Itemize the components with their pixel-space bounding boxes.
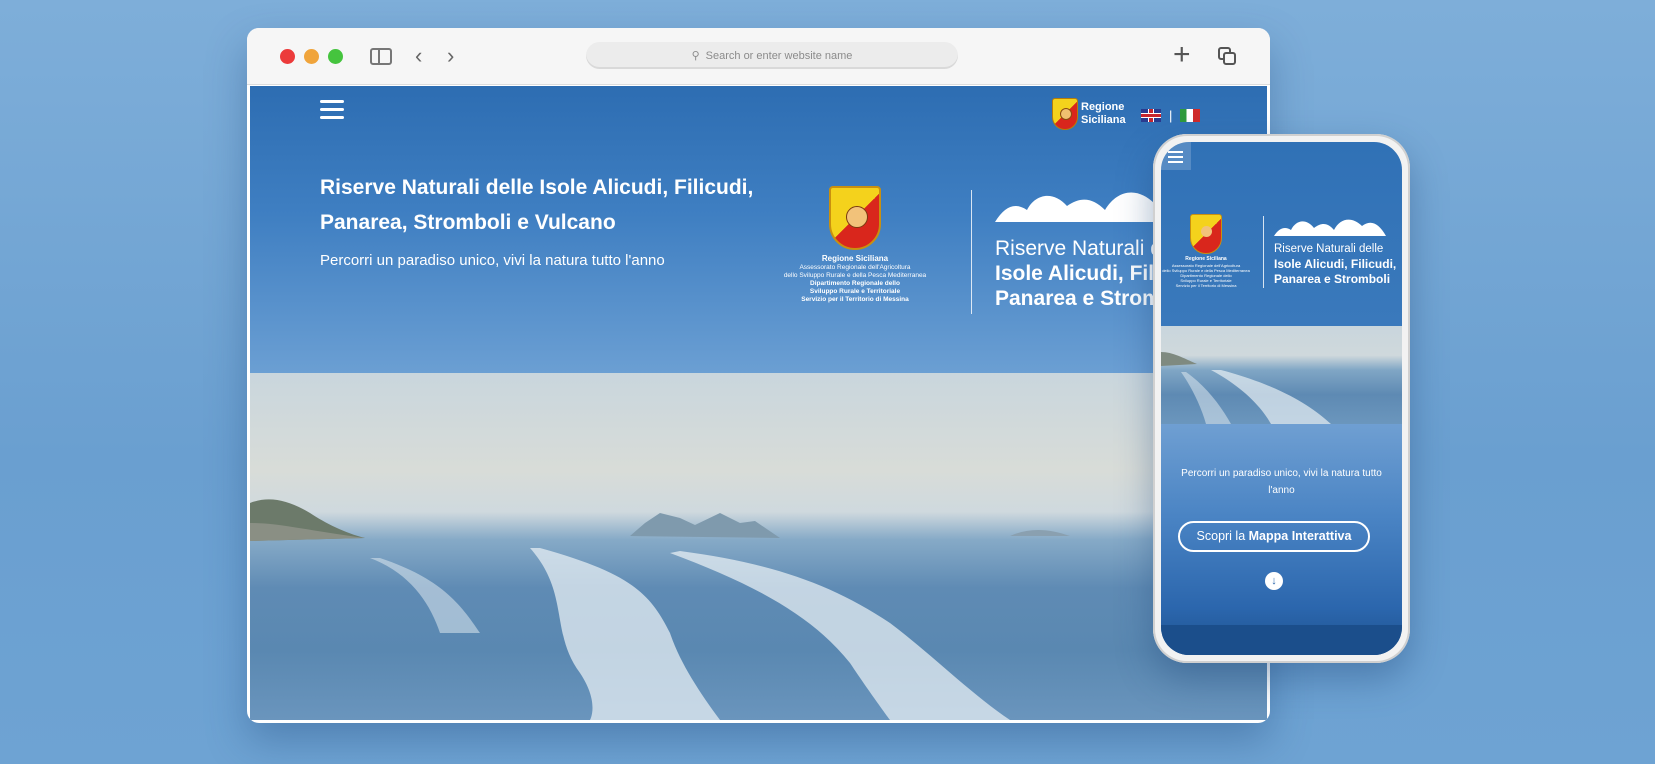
region-logo-text: Regione Siciliana xyxy=(1081,101,1126,126)
phone-hero-subtitle: Percorri un paradiso unico, vivi la natu… xyxy=(1181,468,1382,496)
regione-siciliana-logo[interactable]: Regione Siciliana xyxy=(1052,98,1126,130)
reserve-logo-line2: Isole Alicudi, Filic xyxy=(995,262,1172,285)
close-window-button[interactable] xyxy=(280,49,295,64)
sicily-logo-line: Sviluppo Rurale e Territoriale xyxy=(809,288,901,295)
trinacria-shield-icon xyxy=(1190,214,1222,254)
phone-sea-image xyxy=(1161,326,1402,424)
phone-sea-scene xyxy=(1161,352,1331,424)
minimize-window-button[interactable] xyxy=(304,49,319,64)
chevron-left-icon[interactable]: ‹ xyxy=(415,44,422,68)
sicily-logo-line: Dipartimento Regionale dello xyxy=(810,280,900,287)
phone-reserve-logo-line3: Panarea e Stromboli xyxy=(1274,272,1391,286)
cta-bold: Mappa Interattiva xyxy=(1248,529,1352,543)
trinacria-shield-icon xyxy=(1052,98,1078,130)
phone-menu-icon[interactable] xyxy=(1161,142,1191,170)
trinacria-shield-icon xyxy=(829,186,881,250)
phone-screen: Regione Siciliana Assessorato Regionale … xyxy=(1161,142,1402,655)
italy-flag-icon[interactable] xyxy=(1180,109,1201,122)
phone-hero-lower: Percorri un paradiso unico, vivi la natu… xyxy=(1161,424,1402,655)
address-placeholder: Search or enter website name xyxy=(705,49,853,62)
browser-toolbar: ‹ › ⚲ Search or enter website name + xyxy=(247,28,1270,85)
reserve-logo-line3: Panarea e Strom xyxy=(995,287,1161,310)
plus-icon[interactable]: + xyxy=(1173,40,1191,70)
chevron-right-icon[interactable]: › xyxy=(447,44,454,68)
sicily-logo-line: Assessorato Regionale dell'Agricoltura xyxy=(799,264,911,271)
reserve-logo-line1: Riserve Naturali d xyxy=(995,237,1162,260)
browser-window: ‹ › ⚲ Search or enter website name + Reg… xyxy=(247,28,1270,723)
phone-footer-bar xyxy=(1161,625,1402,655)
reserve-logo-text: Riserve Naturali d Isole Alicudi, Filic … xyxy=(995,236,1172,311)
phone-reserve-logo-text: Riserve Naturali delle Isole Alicudi, Fi… xyxy=(1274,242,1396,287)
sidebar-icon[interactable] xyxy=(370,48,392,65)
sicily-logo-name: Regione Siciliana xyxy=(821,254,889,263)
search-icon: ⚲ xyxy=(691,50,700,62)
page-title: Riserve Naturali delle Isole Alicudi, Fi… xyxy=(320,176,754,234)
phone-logo-divider xyxy=(1263,216,1264,288)
phone-sicily-logo-name: Regione Siciliana xyxy=(1185,256,1227,262)
phone-sicily-logo-line: Servizio per il Territorio di Messina xyxy=(1175,283,1237,288)
website-viewport: Regione Siciliana | Riserve Naturali dell… xyxy=(250,86,1267,720)
sea-scene xyxy=(250,499,1070,720)
logo-divider xyxy=(971,190,972,314)
phone-reserve-logo-line1: Riserve Naturali delle xyxy=(1274,243,1384,255)
phone-mockup: Regione Siciliana Assessorato Regionale … xyxy=(1153,134,1410,663)
cta-prefix: Scopri la xyxy=(1196,529,1249,543)
zoom-window-button[interactable] xyxy=(328,49,343,64)
hero-subtitle: Percorri un paradiso unico, vivi la natu… xyxy=(320,252,665,269)
sicily-department-logo: Regione Siciliana Assessorato Regionale … xyxy=(770,186,940,304)
tabs-icon[interactable] xyxy=(1218,47,1236,65)
sea-video-image xyxy=(250,373,1267,720)
uk-flag-icon[interactable] xyxy=(1141,109,1161,122)
hero-header: Regione Siciliana | Riserve Naturali dell… xyxy=(250,86,1267,373)
sicily-logo-line: dello Sviluppo Rurale e della Pesca Medi… xyxy=(783,272,927,279)
flag-separator: | xyxy=(1169,108,1173,123)
scroll-down-icon[interactable]: ↓ xyxy=(1265,572,1283,590)
language-switcher: | xyxy=(1141,108,1201,123)
address-bar[interactable]: ⚲ Search or enter website name xyxy=(586,42,958,69)
phone-mountains-logo-icon xyxy=(1274,219,1386,236)
phone-sicily-logo: Regione Siciliana Assessorato Regionale … xyxy=(1161,214,1251,288)
interactive-map-button[interactable]: Scopri la Mappa Interattiva xyxy=(1178,521,1370,552)
sicily-logo-line: Servizio per il Territorio di Messina xyxy=(801,296,909,303)
menu-icon[interactable] xyxy=(320,100,344,120)
phone-reserve-logo-line2: Isole Alicudi, Filicudi, xyxy=(1274,257,1397,271)
